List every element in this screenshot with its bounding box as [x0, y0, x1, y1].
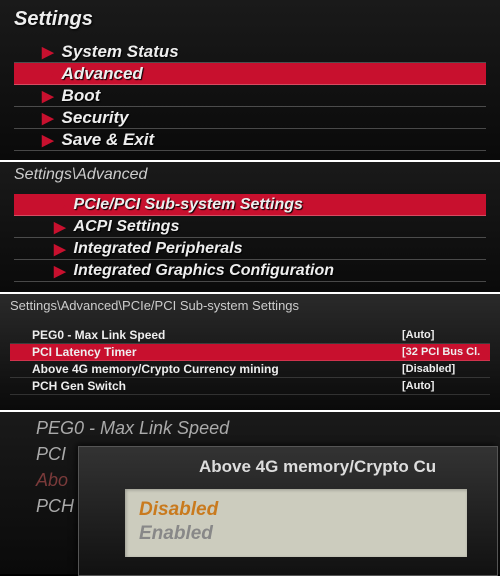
- menu-label: Security: [62, 108, 129, 128]
- chevron-right-icon: ▶: [42, 131, 54, 149]
- chevron-right-icon: ▶: [42, 87, 54, 105]
- setting-pci-latency-timer[interactable]: PCI Latency Timer [32 PCI Bus Cl...]: [10, 344, 490, 361]
- chevron-right-icon: ▶: [54, 196, 66, 214]
- menu-item-system-status[interactable]: ▶ System Status: [14, 41, 486, 63]
- popup-option-disabled[interactable]: Disabled: [139, 499, 453, 523]
- breadcrumb: Settings\Advanced: [14, 166, 486, 184]
- menu-item-boot[interactable]: ▶ Boot: [14, 85, 486, 107]
- setting-value: [Auto]: [402, 380, 480, 392]
- menu-label: PCIe/PCI Sub-system Settings: [74, 196, 303, 214]
- menu-item-acpi[interactable]: ▶ ACPI Settings: [14, 216, 486, 238]
- menu-label: Advanced: [62, 64, 143, 84]
- setting-label: Above 4G memory/Crypto Currency mining: [32, 362, 402, 376]
- breadcrumb: Settings\Advanced\PCIe/PCI Sub-system Se…: [10, 298, 490, 313]
- menu-label: System Status: [62, 42, 179, 62]
- chevron-right-icon: ▶: [42, 65, 54, 83]
- menu-label: Integrated Graphics Configuration: [74, 262, 334, 280]
- menu-label: ACPI Settings: [74, 218, 180, 236]
- menu-item-save-exit[interactable]: ▶ Save & Exit: [14, 129, 486, 151]
- setting-pch-gen-switch[interactable]: PCH Gen Switch [Auto]: [10, 378, 490, 395]
- setting-above-4g-memory[interactable]: Above 4G memory/Crypto Currency mining […: [10, 361, 490, 378]
- chevron-right-icon: ▶: [42, 43, 54, 61]
- above-4g-popup-panel: PEG0 - Max Link Speed PCI Abo PCH Above …: [0, 412, 500, 574]
- menu-label: Integrated Peripherals: [74, 240, 243, 258]
- setting-label: PEG0 - Max Link Speed: [32, 328, 402, 342]
- chevron-right-icon: ▶: [54, 240, 66, 258]
- pcie-subsystem-panel: Settings\Advanced\PCIe/PCI Sub-system Se…: [0, 294, 500, 412]
- setting-value: [32 PCI Bus Cl...]: [402, 346, 480, 358]
- advanced-panel: Settings\Advanced ▶ PCIe/PCI Sub-system …: [0, 162, 500, 294]
- menu-item-integrated-peripherals[interactable]: ▶ Integrated Peripherals: [14, 238, 486, 260]
- chevron-right-icon: ▶: [42, 109, 54, 127]
- menu-item-integrated-graphics[interactable]: ▶ Integrated Graphics Configuration: [14, 260, 486, 282]
- page-title: Settings: [14, 8, 486, 31]
- chevron-right-icon: ▶: [54, 262, 66, 280]
- menu-item-pcie-subsystem[interactable]: ▶ PCIe/PCI Sub-system Settings: [14, 194, 486, 216]
- popup-option-enabled[interactable]: Enabled: [139, 523, 453, 547]
- menu-item-security[interactable]: ▶ Security: [14, 107, 486, 129]
- setting-label: PCI Latency Timer: [32, 345, 402, 359]
- settings-root-panel: Settings ▶ System Status ▶ Advanced ▶ Bo…: [0, 0, 500, 162]
- setting-value: [Auto]: [402, 329, 480, 341]
- setting-label: PCH Gen Switch: [32, 379, 402, 393]
- popup-body: Disabled Enabled: [125, 489, 467, 557]
- option-popup: Above 4G memory/Crypto Cu Disabled Enabl…: [78, 446, 498, 576]
- setting-peg0-max-link-speed[interactable]: PEG0 - Max Link Speed [Auto]: [10, 327, 490, 344]
- setting-value: [Disabled]: [402, 363, 480, 375]
- menu-label: Boot: [62, 86, 101, 106]
- menu-item-advanced[interactable]: ▶ Advanced: [14, 63, 486, 85]
- popup-title: Above 4G memory/Crypto Cu: [79, 447, 497, 489]
- chevron-right-icon: ▶: [54, 218, 66, 236]
- menu-label: Save & Exit: [62, 130, 155, 150]
- bg-setting-peg0: PEG0 - Max Link Speed: [14, 418, 486, 444]
